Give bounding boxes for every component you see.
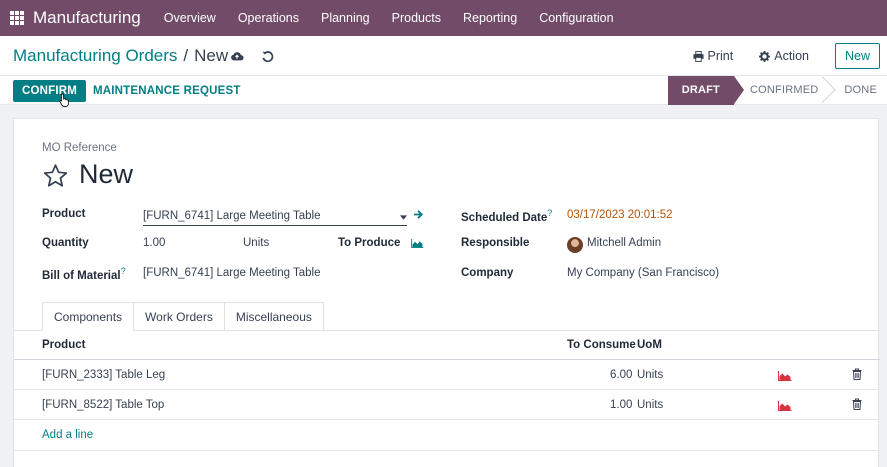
stage-pipeline: DRAFT CONFIRMED DONE — [667, 76, 887, 105]
row-to-consume: 1.00 — [610, 399, 633, 411]
scheduled-date-value[interactable]: 03/17/2023 20:01:52 — [567, 209, 673, 221]
scheduled-date-label: Scheduled Date? — [461, 208, 552, 224]
product-field[interactable]: [FURN_6741] Large Meeting Table — [143, 208, 407, 226]
to-produce-label: To Produce — [338, 237, 401, 249]
forecast-chart-icon[interactable] — [778, 401, 792, 411]
scheduled-date-label-text: Scheduled Date — [461, 211, 548, 224]
bom-label-text: Bill of Material — [42, 269, 121, 282]
stage-draft[interactable]: DRAFT — [667, 76, 745, 105]
notebook-tabs: Components Work Orders Miscellaneous — [42, 302, 324, 331]
breadcrumb-separator: / — [183, 46, 189, 65]
product-value: [FURN_6741] Large Meeting Table — [143, 210, 321, 222]
mo-title[interactable]: New — [79, 159, 133, 190]
caret-down-icon[interactable] — [400, 215, 407, 220]
table-row[interactable]: [FURN_2333] Table Leg 6.00 Units — [14, 360, 880, 390]
print-button[interactable]: Print — [692, 49, 734, 63]
table-bottom-divider — [14, 450, 880, 451]
mo-reference-label: MO Reference — [42, 142, 117, 154]
row-product: [FURN_2333] Table Leg — [42, 369, 166, 381]
menu-operations[interactable]: Operations — [227, 0, 310, 36]
forecast-chart-icon[interactable] — [778, 371, 792, 381]
menu-overview[interactable]: Overview — [153, 0, 227, 36]
tab-components[interactable]: Components — [42, 302, 135, 331]
stage-confirmed[interactable]: CONFIRMED — [734, 76, 828, 105]
breadcrumb-parent[interactable]: Manufacturing Orders — [13, 46, 177, 66]
form-sheet: MO Reference New Product [FURN_6741] Lar… — [13, 118, 880, 467]
row-uom: Units — [637, 399, 664, 411]
responsible-value[interactable]: Mitchell Admin — [587, 237, 661, 249]
row-uom: Units — [637, 369, 664, 381]
printer-icon — [692, 50, 704, 62]
new-record-button[interactable]: New — [834, 43, 880, 69]
menu-products[interactable]: Products — [381, 0, 452, 36]
mouse-cursor-icon — [59, 93, 69, 107]
internal-link-arrow-icon[interactable] — [413, 209, 424, 220]
company-value[interactable]: My Company (San Francisco) — [567, 267, 719, 279]
control-panel: Manufacturing Orders / New Print Action … — [0, 36, 887, 76]
tab-work-orders[interactable]: Work Orders — [133, 302, 225, 331]
top-navbar: Manufacturing Overview Operations Planni… — [0, 0, 887, 36]
apps-grid-icon[interactable] — [10, 11, 24, 25]
forecast-chart-icon[interactable] — [411, 239, 424, 248]
avatar — [567, 237, 583, 253]
row-product: [FURN_8522] Table Top — [42, 399, 165, 411]
print-label: Print — [707, 49, 734, 63]
company-label: Company — [461, 267, 514, 279]
action-label: Action — [774, 49, 809, 63]
column-header-uom[interactable]: UoM — [637, 339, 662, 351]
action-button[interactable]: Action — [759, 49, 809, 63]
add-line-link[interactable]: Add a line — [42, 429, 93, 441]
breadcrumb-current: New — [194, 46, 229, 65]
table-row[interactable]: [FURN_8522] Table Top 1.00 Units — [14, 390, 880, 420]
bom-value[interactable]: [FURN_6741] Large Meeting Table — [143, 267, 321, 279]
status-bar: CONFIRM MAINTENANCE REQUEST DRAFT CONFIR… — [0, 76, 887, 107]
breadcrumb: Manufacturing Orders / New — [13, 46, 228, 66]
discard-undo-icon[interactable] — [261, 49, 274, 62]
trash-icon[interactable] — [852, 398, 862, 410]
column-header-to-consume[interactable]: To Consume — [567, 339, 636, 351]
menu-reporting[interactable]: Reporting — [452, 0, 528, 36]
responsible-label: Responsible — [461, 237, 530, 249]
app-name[interactable]: Manufacturing — [33, 8, 141, 28]
row-to-consume: 6.00 — [610, 369, 633, 381]
scheduled-date-help-marker[interactable]: ? — [547, 208, 552, 218]
star-priority-icon[interactable] — [42, 163, 69, 189]
tab-miscellaneous[interactable]: Miscellaneous — [223, 302, 324, 331]
quantity-label: Quantity — [42, 237, 89, 249]
confirm-button[interactable]: CONFIRM — [13, 80, 87, 102]
maintenance-request-button[interactable]: MAINTENANCE REQUEST — [93, 80, 241, 102]
product-label: Product — [42, 208, 86, 220]
bom-help-marker[interactable]: ? — [121, 266, 126, 276]
menu-planning[interactable]: Planning — [310, 0, 381, 36]
menu-configuration[interactable]: Configuration — [528, 0, 624, 36]
trash-icon[interactable] — [852, 368, 862, 380]
bom-label: Bill of Material? — [42, 266, 126, 282]
gear-icon — [759, 50, 771, 62]
quantity-value[interactable]: 1.00 — [143, 237, 165, 249]
column-header-product[interactable]: Product — [42, 339, 85, 351]
save-cloud-icon[interactable] — [230, 50, 244, 62]
stage-done[interactable]: DONE — [828, 76, 887, 105]
control-panel-actions: Print Action New — [692, 43, 880, 69]
quantity-uom[interactable]: Units — [243, 237, 269, 249]
